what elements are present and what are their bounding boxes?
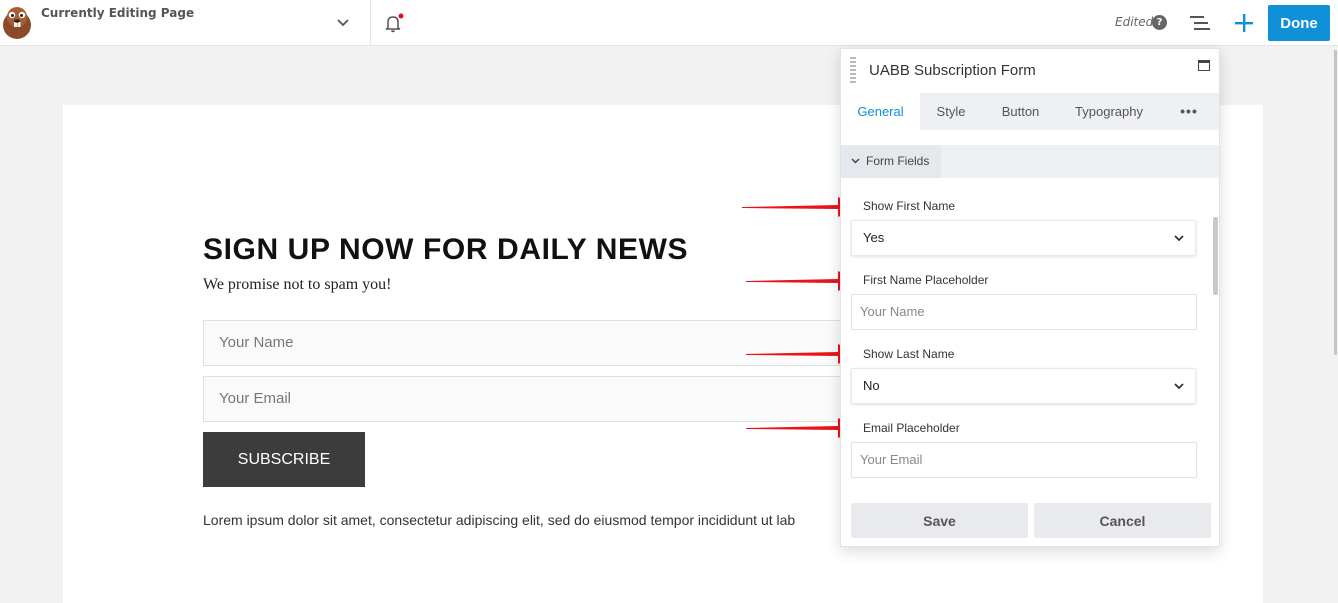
page-scrollbar-thumb[interactable] xyxy=(1334,50,1337,355)
tab-typography[interactable]: Typography xyxy=(1069,93,1149,130)
help-icon[interactable]: ? xyxy=(1152,15,1167,30)
drag-handle-icon[interactable] xyxy=(850,57,856,85)
done-button[interactable]: Done xyxy=(1268,5,1330,41)
show-first-name-select[interactable]: Yes xyxy=(851,220,1196,256)
toolbar-divider xyxy=(370,0,371,46)
save-button[interactable]: Save xyxy=(851,503,1028,538)
field-label-email-placeholder: Email Placeholder xyxy=(863,421,960,435)
edited-status: Edited xyxy=(1115,15,1154,29)
field-label-show-last-name: Show Last Name xyxy=(863,347,955,361)
cancel-button[interactable]: Cancel xyxy=(1034,503,1211,538)
settings-panel: UABB Subscription Form General Style But… xyxy=(840,48,1220,547)
more-tabs-icon[interactable]: ••• xyxy=(1173,93,1205,130)
tab-button[interactable]: Button xyxy=(993,93,1048,130)
section-toggle-form-fields[interactable]: Form Fields xyxy=(841,145,942,178)
select-value: No xyxy=(863,378,880,393)
subscribe-button[interactable]: SUBSCRIBE xyxy=(203,432,365,487)
first-name-placeholder-field[interactable]: Your Name xyxy=(851,294,1197,330)
beaver-logo-icon[interactable] xyxy=(0,3,36,41)
tab-general[interactable]: General xyxy=(841,93,920,130)
field-label-first-name-placeholder: First Name Placeholder xyxy=(863,273,989,287)
field-label-show-first-name: Show First Name xyxy=(863,199,956,213)
plus-icon[interactable] xyxy=(1232,11,1256,35)
tabs-divider xyxy=(841,130,1219,132)
chevron-down-icon[interactable] xyxy=(334,14,352,32)
chevron-down-icon xyxy=(1174,383,1184,390)
signup-subheadline: We promise not to spam you! xyxy=(203,276,392,293)
email-placeholder-field[interactable]: Your Email xyxy=(851,442,1197,478)
select-value: Yes xyxy=(863,230,885,245)
panel-tabs: General Style Button Typography ••• xyxy=(841,93,1219,130)
editing-page-label: Currently Editing Page xyxy=(41,6,195,20)
lorem-text: Lorem ipsum dolor sit amet, consectetur … xyxy=(203,512,796,528)
chevron-down-icon xyxy=(1174,235,1184,242)
signup-headline: SIGN UP NOW FOR DAILY NEWS xyxy=(203,233,689,266)
panel-title: UABB Subscription Form xyxy=(869,62,1036,79)
section-header: Form Fields xyxy=(841,145,1219,178)
bell-icon[interactable] xyxy=(383,12,405,34)
maximize-icon[interactable] xyxy=(1198,60,1210,71)
section-label: Form Fields xyxy=(866,154,930,168)
panel-footer: Save Cancel xyxy=(841,494,1219,546)
show-last-name-select[interactable]: No xyxy=(851,368,1196,404)
chevron-down-icon xyxy=(851,158,860,164)
panel-scrollbar-thumb[interactable] xyxy=(1213,217,1218,295)
outline-list-icon[interactable] xyxy=(1188,12,1212,34)
tab-style[interactable]: Style xyxy=(931,93,971,130)
top-toolbar: Currently Editing Page Edited ? Done xyxy=(0,0,1338,46)
